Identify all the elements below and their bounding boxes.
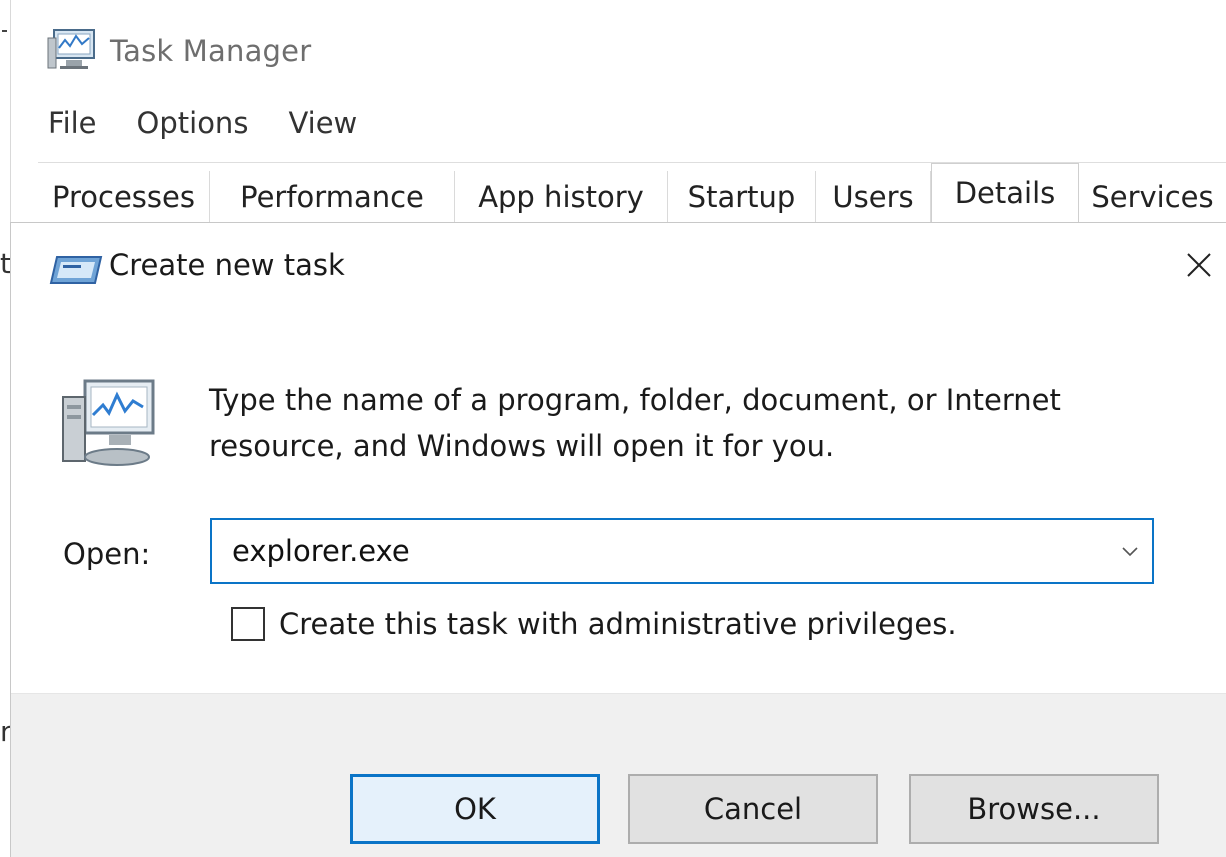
screen: t n Task Manager File Options View Proce… bbox=[0, 0, 1226, 857]
create-new-task-dialog: Create new task Type the name of a progr… bbox=[10, 222, 1226, 857]
task-manager-menubar: File Options View bbox=[48, 100, 357, 146]
menu-view[interactable]: View bbox=[288, 106, 357, 140]
dialog-description: Type the name of a program, folder, docu… bbox=[209, 383, 1061, 463]
tab-processes[interactable]: Processes bbox=[38, 171, 210, 223]
tab-performance[interactable]: Performance bbox=[210, 171, 455, 223]
task-manager-title: Task Manager bbox=[110, 34, 312, 68]
close-button[interactable] bbox=[1171, 239, 1226, 295]
admin-privileges-checkbox[interactable] bbox=[231, 607, 265, 641]
dialog-titlebar: Create new task bbox=[11, 223, 1226, 315]
menu-options[interactable]: Options bbox=[137, 106, 249, 140]
open-label: Open: bbox=[63, 537, 151, 571]
cancel-button[interactable]: Cancel bbox=[628, 774, 878, 844]
browse-button[interactable]: Browse... bbox=[909, 774, 1159, 844]
dialog-footer: OK Cancel Browse... bbox=[11, 693, 1226, 857]
task-manager-tabs: Processes Performance App history Startu… bbox=[38, 162, 1226, 225]
close-icon bbox=[1186, 252, 1212, 282]
ok-button[interactable]: OK bbox=[350, 774, 600, 844]
admin-privileges-row: Create this task with administrative pri… bbox=[231, 603, 957, 645]
tab-services[interactable]: Services bbox=[1079, 171, 1226, 223]
chevron-down-icon bbox=[1121, 542, 1139, 561]
tab-startup[interactable]: Startup bbox=[668, 171, 816, 223]
tab-users[interactable]: Users bbox=[816, 171, 931, 223]
tab-app-history[interactable]: App history bbox=[455, 171, 668, 223]
tab-details[interactable]: Details bbox=[931, 163, 1079, 225]
open-dropdown-button[interactable] bbox=[1108, 520, 1152, 582]
task-manager-icon bbox=[46, 26, 110, 76]
dialog-title: Create new task bbox=[109, 248, 345, 282]
edge-tick bbox=[2, 30, 7, 32]
open-input[interactable] bbox=[212, 520, 1108, 582]
admin-privileges-label[interactable]: Create this task with administrative pri… bbox=[279, 607, 957, 641]
open-combobox[interactable] bbox=[210, 518, 1154, 584]
menu-file[interactable]: File bbox=[48, 106, 97, 140]
task-manager-titlebar: Task Manager bbox=[46, 26, 311, 76]
